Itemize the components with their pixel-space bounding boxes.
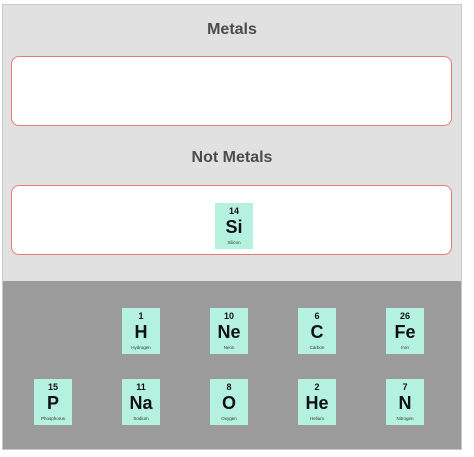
atomic-number: 6 <box>314 311 320 321</box>
not-metals-dropzone[interactable]: 14 Si Silicon <box>11 185 452 255</box>
element-card-iron[interactable]: 26 Fe Iron <box>386 308 424 354</box>
metals-title: Metals <box>207 21 257 38</box>
element-name: Nitrogen <box>396 416 414 421</box>
atomic-number: 1 <box>138 311 144 321</box>
element-name: Helium <box>309 416 324 421</box>
element-name: Sodium <box>133 416 149 421</box>
atomic-number: 8 <box>226 382 232 392</box>
element-symbol: Ne <box>217 322 241 342</box>
element-card-hydrogen[interactable]: 1 H Hydrogen <box>122 308 160 354</box>
element-card-carbon[interactable]: 6 C Carbon <box>298 308 336 354</box>
not-metals-title: Not Metals <box>191 149 273 166</box>
element-name: Iron <box>401 345 409 350</box>
atomic-number: 2 <box>314 382 320 392</box>
element-symbol: P <box>46 393 59 413</box>
element-symbol: Fe <box>394 322 416 342</box>
atomic-number: 7 <box>402 382 408 392</box>
element-card-helium[interactable]: 2 He Helium <box>298 379 336 425</box>
element-symbol: N <box>398 393 412 413</box>
element-card-neon[interactable]: 10 Ne Neon <box>210 308 248 354</box>
element-card-sodium[interactable]: 11 Na Sodium <box>122 379 160 425</box>
element-name: Hydrogen <box>131 345 151 350</box>
element-symbol: Na <box>129 393 153 413</box>
atomic-number: 15 <box>47 382 58 392</box>
atomic-number: 10 <box>223 311 234 321</box>
element-name: Carbon <box>309 345 325 350</box>
element-symbol: C <box>310 322 324 342</box>
element-name: Oxygen <box>221 416 237 421</box>
element-symbol: O <box>221 393 236 413</box>
element-card-oxygen[interactable]: 8 O Oxygen <box>210 379 248 425</box>
atomic-number: 14 <box>228 206 239 216</box>
sorting-activity: Metals Not Metals 14 Si Silicon 1 H Hydr… <box>2 4 462 450</box>
metals-dropzone[interactable] <box>11 56 452 126</box>
element-tray: 1 H Hydrogen 10 Ne Neon 6 C Carbon 26 Fe… <box>3 281 461 449</box>
atomic-number: 11 <box>136 382 146 392</box>
atomic-number: 26 <box>399 311 410 321</box>
element-name: Neon <box>223 345 235 350</box>
element-name: Silicon <box>227 240 241 245</box>
element-card-phosphorus[interactable]: 15 P Phosphorus <box>34 379 72 425</box>
element-name: Phosphorus <box>40 416 66 421</box>
element-symbol: Si <box>225 217 243 237</box>
element-symbol: H <box>134 322 148 342</box>
element-card-nitrogen[interactable]: 7 N Nitrogen <box>386 379 424 425</box>
element-symbol: He <box>305 393 329 413</box>
sorting-area: Metals Not Metals 14 Si Silicon <box>3 5 461 281</box>
element-card-silicon[interactable]: 14 Si Silicon <box>215 203 253 249</box>
